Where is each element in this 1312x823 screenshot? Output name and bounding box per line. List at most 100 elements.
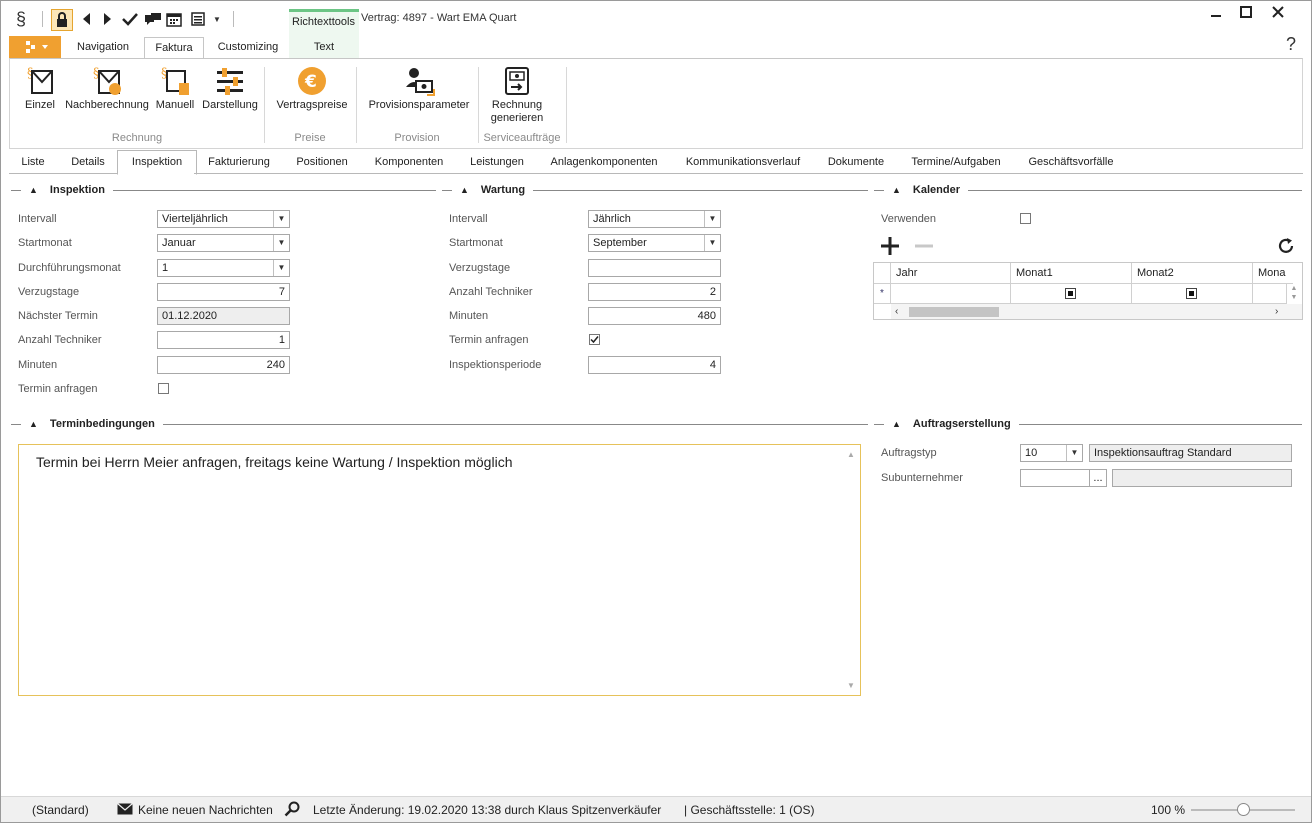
darstellung-button[interactable]: Darstellung [200, 65, 260, 112]
list-button[interactable] [189, 8, 207, 30]
manuell-button[interactable]: § Manuell [153, 65, 197, 112]
wartung-verzugstage-input[interactable] [588, 259, 721, 277]
section-auftragserstellung[interactable]: ▲ Auftragserstellung [874, 417, 1302, 431]
chevron-down-icon[interactable]: ▼ [273, 260, 289, 276]
auftragstyp-select[interactable]: 10 ▼ [1020, 444, 1083, 462]
ribbon-tab-faktura[interactable]: Faktura [144, 37, 204, 59]
add-row-button[interactable] [880, 237, 900, 255]
app-menu-button[interactable] [9, 36, 61, 58]
tab-komponenten[interactable]: Komponenten [365, 151, 453, 173]
column-header-jahr[interactable]: Jahr [891, 263, 1011, 284]
cell-monat3[interactable] [1253, 284, 1287, 304]
chevron-down-icon[interactable]: ▼ [847, 681, 855, 690]
scroll-left-icon[interactable]: ‹ [895, 306, 898, 317]
confirm-button[interactable] [121, 8, 139, 30]
section-inspektion[interactable]: ▲ Inspektion [11, 183, 436, 197]
next-record-button[interactable] [100, 8, 116, 30]
tab-geschaeftsvorfaelle[interactable]: Geschäftsvorfälle [1017, 151, 1125, 173]
chevron-down-icon[interactable]: ▼ [704, 211, 720, 227]
monat1-checkbox[interactable] [1065, 288, 1076, 299]
durchfuehrungsmonat-select[interactable]: 1 ▼ [157, 259, 290, 277]
wartung-startmonat-select[interactable]: September ▼ [588, 234, 721, 252]
ribbon-tab-text[interactable]: Text [290, 37, 358, 58]
inspektion-startmonat-select[interactable]: Januar ▼ [157, 234, 290, 252]
inspektion-verzugstage-input[interactable]: 7 [157, 283, 290, 301]
monat2-checkbox[interactable] [1186, 288, 1197, 299]
previous-record-button[interactable] [78, 8, 94, 30]
maximize-button[interactable] [1231, 5, 1261, 23]
status-messages[interactable]: Keine neuen Nachrichten [138, 803, 273, 817]
cell-jahr[interactable] [891, 284, 1011, 304]
tab-inspektion[interactable]: Inspektion [117, 150, 197, 175]
scroll-right-icon[interactable]: › [1275, 306, 1278, 317]
inspektion-minuten-input[interactable]: 240 [157, 356, 290, 374]
remove-row-button[interactable] [914, 237, 934, 255]
scrollbar-thumb[interactable] [909, 307, 999, 317]
rechnung-generieren-button[interactable]: Rechnung generieren [484, 65, 550, 125]
memo-scrollbar[interactable]: ▲ ▼ [843, 445, 860, 695]
help-button[interactable]: ? [1286, 34, 1296, 55]
inspektion-techniker-input[interactable]: 1 [157, 331, 290, 349]
tab-label: Termine/Aufgaben [911, 156, 1001, 168]
ribbon-tab-navigation[interactable]: Navigation [67, 37, 139, 58]
wartung-startmonat-label: Startmonat [449, 237, 503, 249]
chevron-down-icon[interactable]: ▼ [273, 211, 289, 227]
tab-anlagenkomponenten[interactable]: Anlagenkomponenten [541, 151, 667, 173]
tab-dokumente[interactable]: Dokumente [817, 151, 895, 173]
tab-liste[interactable]: Liste [15, 151, 51, 173]
section-terminbedingungen[interactable]: ▲ Terminbedingungen [11, 417, 868, 431]
subunternehmer-browse-button[interactable]: ... [1089, 469, 1107, 487]
messages-button[interactable] [143, 8, 163, 30]
chevron-up-icon[interactable]: ▲ [1286, 284, 1302, 293]
wartung-intervall-select[interactable]: Jährlich ▼ [588, 210, 721, 228]
chevron-down-icon[interactable]: ▼ [1066, 445, 1082, 461]
tab-positionen[interactable]: Positionen [285, 151, 359, 173]
inspektion-termin-checkbox[interactable] [158, 383, 169, 394]
app-logo-icon[interactable]: § [11, 8, 31, 30]
provisionsparameter-button[interactable]: Provisionsparameter [365, 65, 473, 112]
column-header-monat1[interactable]: Monat1 [1011, 263, 1132, 284]
minimize-button[interactable] [1201, 5, 1231, 23]
tab-details[interactable]: Details [63, 151, 113, 173]
status-profile[interactable]: (Standard) [32, 803, 89, 817]
section-wartung[interactable]: ▲ Wartung [442, 183, 868, 197]
column-header-monat2[interactable]: Monat2 [1132, 263, 1253, 284]
zoom-slider-thumb[interactable] [1236, 803, 1250, 816]
wartung-techniker-input[interactable]: 2 [588, 283, 721, 301]
chevron-down-icon[interactable]: ▼ [273, 235, 289, 251]
verwenden-label: Verwenden [881, 213, 937, 225]
chevron-down-icon[interactable]: ▼ [704, 235, 720, 251]
inspektion-intervall-select[interactable]: Vierteljährlich ▼ [157, 210, 290, 228]
einzel-button[interactable]: § Einzel [20, 65, 60, 112]
cell-monat2[interactable] [1132, 284, 1253, 304]
zoom-slider[interactable] [1191, 803, 1295, 816]
grid-vertical-scrollbar[interactable]: ▲ ▼ [1286, 284, 1302, 304]
nachberechnung-button[interactable]: § Nachberechnung [62, 65, 152, 112]
wartung-termin-checkbox[interactable] [589, 334, 600, 345]
tab-leistungen[interactable]: Leistungen [461, 151, 533, 173]
inspektionsperiode-input[interactable]: 4 [588, 356, 721, 374]
customize-toolbar-dropdown[interactable]: ▼ [211, 8, 223, 30]
lock-button[interactable] [51, 9, 73, 31]
section-kalender[interactable]: ▲ Kalender [874, 183, 1302, 197]
invoice-manual-icon: § [159, 65, 191, 97]
verwenden-checkbox[interactable] [1020, 213, 1031, 224]
search-icon[interactable] [284, 801, 300, 820]
calendar-button[interactable] [165, 8, 183, 30]
cell-monat1[interactable] [1011, 284, 1132, 304]
tab-termine-aufgaben[interactable]: Termine/Aufgaben [901, 151, 1011, 173]
ribbon-tab-customizing[interactable]: Customizing [209, 37, 287, 58]
column-header-monat3[interactable]: Mona [1253, 263, 1293, 284]
chevron-up-icon[interactable]: ▲ [847, 450, 855, 459]
chevron-down-icon[interactable]: ▼ [1286, 293, 1302, 302]
tab-fakturierung[interactable]: Fakturierung [199, 151, 279, 173]
close-button[interactable] [1263, 5, 1293, 23]
tab-kommunikationsverlauf[interactable]: Kommunikationsverlauf [675, 151, 811, 173]
vertragspreise-button[interactable]: € Vertragspreise [274, 65, 350, 112]
terminbedingungen-textarea[interactable]: Termin bei Herrn Meier anfragen, freitag… [18, 444, 861, 696]
refresh-button[interactable] [1276, 236, 1296, 256]
grid-horizontal-scrollbar[interactable]: ‹ › [891, 304, 1302, 319]
wartung-minuten-input[interactable]: 480 [588, 307, 721, 325]
subunternehmer-input[interactable] [1020, 469, 1090, 487]
wartung-intervall-label: Intervall [449, 213, 488, 225]
